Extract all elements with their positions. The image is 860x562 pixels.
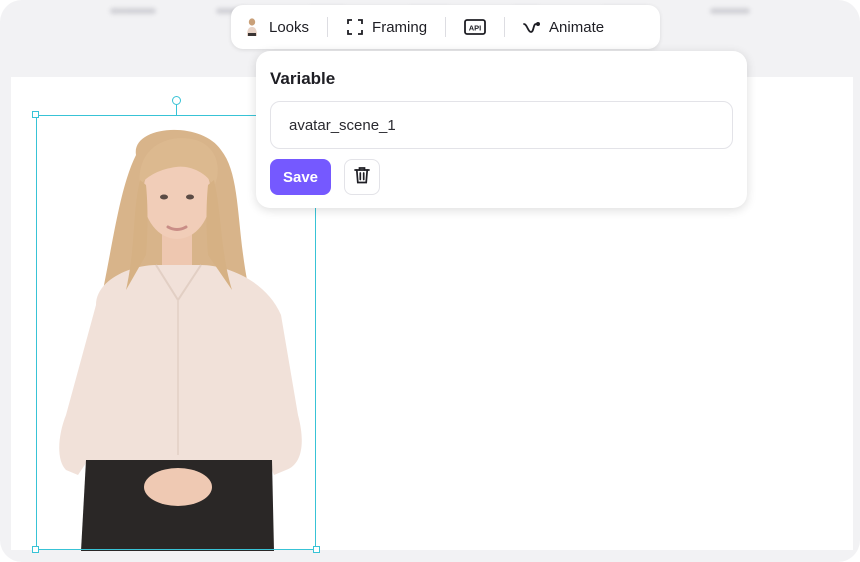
resize-handle-bottom-right[interactable] [313,546,320,553]
animate-button[interactable]: Animate [523,5,604,49]
api-icon: API [464,18,486,36]
toolbar-divider [445,17,447,37]
avatar-thumbnail-icon [243,18,261,36]
toolbar-divider [504,17,506,37]
animate-label: Animate [549,18,605,36]
trash-icon [354,166,370,189]
resize-handle-bottom-left[interactable] [32,546,39,553]
framing-label: Framing [372,18,428,36]
avatar-toolbar: Looks Framing API Animate [231,5,660,49]
framing-button[interactable]: Framing [346,5,427,49]
resize-handle-top-left[interactable] [32,111,39,118]
looks-label: Looks [269,18,310,36]
rotation-handle-stem [176,105,177,115]
save-button[interactable]: Save [270,159,331,195]
editor-window: Looks Framing API Animate Variable avata… [0,0,860,562]
framing-corners-icon [346,18,364,36]
popover-title: Variable [270,69,336,88]
api-button[interactable]: API [464,5,486,49]
delete-button[interactable] [344,159,380,195]
variable-name-input[interactable] [270,101,733,149]
animate-curve-icon [523,18,541,36]
variable-popover: Variable Save [256,51,747,208]
api-icon-text: API [469,24,482,33]
looks-button[interactable]: Looks [243,5,309,49]
rotation-handle[interactable] [172,96,181,105]
toolbar-divider [327,17,329,37]
